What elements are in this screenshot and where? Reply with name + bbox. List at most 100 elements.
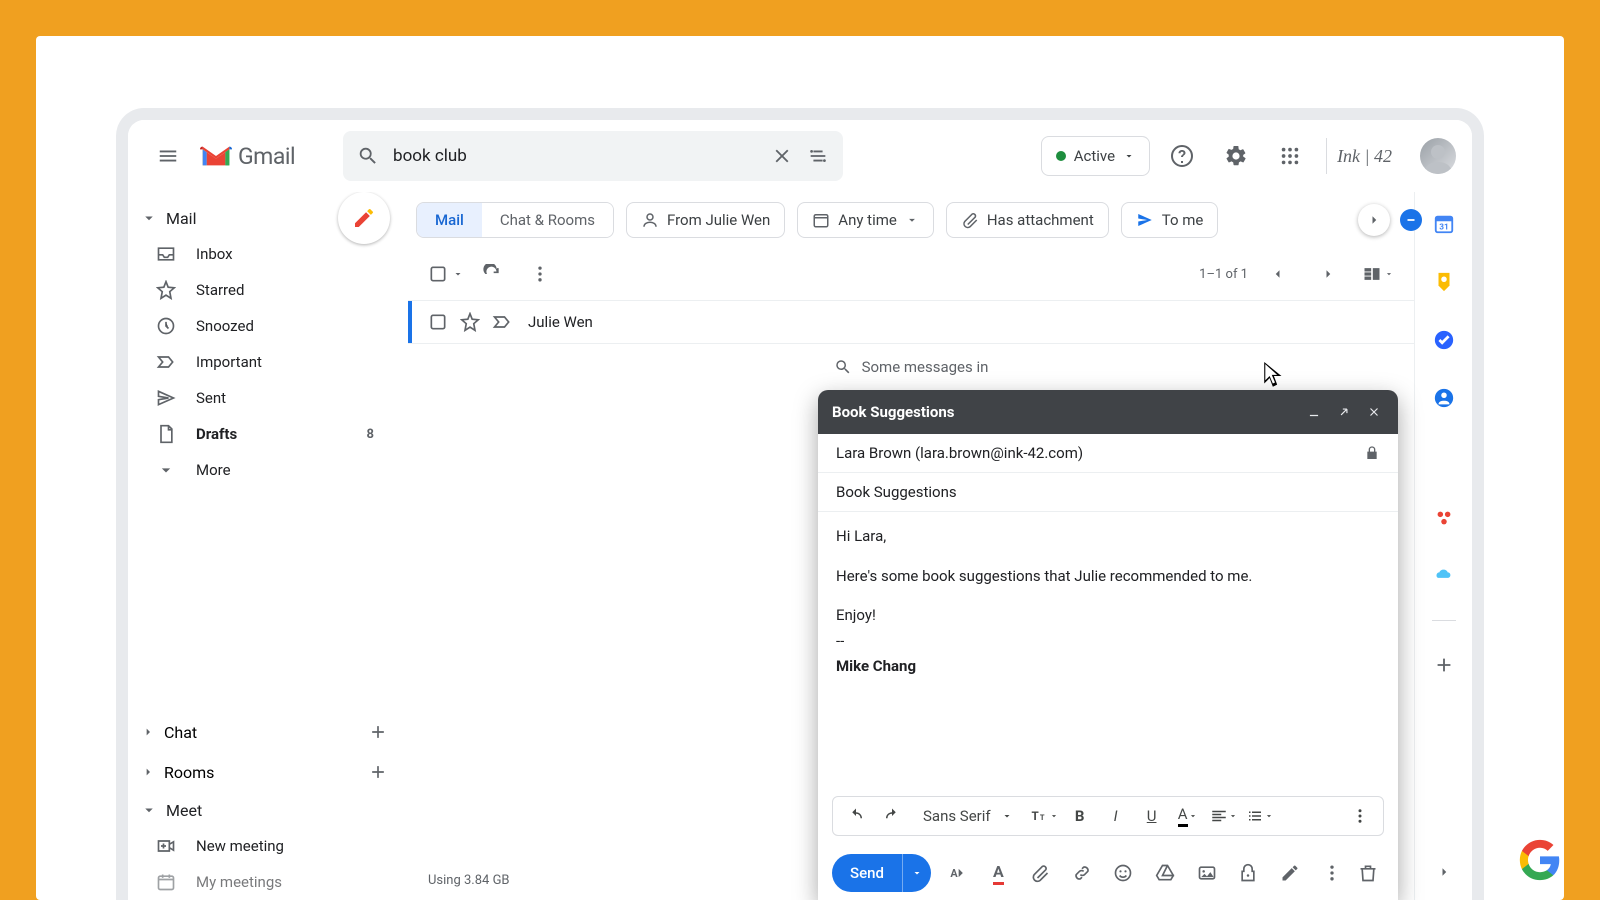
video-plus-icon xyxy=(156,836,176,856)
search-box[interactable] xyxy=(343,131,843,181)
sidebar-item-snoozed[interactable]: Snoozed xyxy=(128,308,396,344)
sidebar-item-my-meetings[interactable]: My meetings xyxy=(128,864,396,900)
chips-scroll-next[interactable] xyxy=(1358,204,1390,236)
tasks-addon[interactable] xyxy=(1426,322,1462,358)
compose-titlebar[interactable]: Book Suggestions xyxy=(818,390,1398,434)
close-icon[interactable] xyxy=(1364,402,1384,422)
density-toggle[interactable] xyxy=(1358,254,1398,294)
star-icon[interactable] xyxy=(460,312,480,332)
search-scope-segment: Mail Chat & Rooms xyxy=(416,202,614,238)
select-all[interactable] xyxy=(428,264,464,284)
page-next[interactable] xyxy=(1308,254,1348,294)
formatting-toggle[interactable]: A xyxy=(941,857,973,889)
send-options[interactable] xyxy=(902,854,931,892)
page-range: 1–1 of 1 xyxy=(1199,267,1248,282)
bold-button[interactable]: B xyxy=(1065,801,1095,831)
filter-from[interactable]: From Julie Wen xyxy=(626,202,785,238)
sidebar-item-drafts[interactable]: Drafts 8 xyxy=(128,416,396,452)
filter-time[interactable]: Any time xyxy=(797,202,934,238)
add-room-icon[interactable] xyxy=(368,762,388,782)
compose-footer: Send A A xyxy=(818,846,1398,900)
insert-emoji[interactable] xyxy=(1108,857,1140,889)
contacts-addon[interactable] xyxy=(1426,380,1462,416)
text-color-button[interactable]: A xyxy=(1173,801,1203,831)
chat-section[interactable]: Chat xyxy=(128,712,408,752)
align-button[interactable] xyxy=(1209,801,1239,831)
addon-2[interactable] xyxy=(1426,558,1462,594)
important-icon[interactable] xyxy=(492,312,512,332)
clear-filters[interactable] xyxy=(1400,209,1422,231)
sidebar-item-starred[interactable]: Starred xyxy=(128,272,396,308)
search-hint: Some messages in xyxy=(408,344,1414,390)
more-formatting-button[interactable] xyxy=(1345,801,1375,831)
redo-button[interactable] xyxy=(877,801,907,831)
insert-drive[interactable] xyxy=(1149,857,1181,889)
popout-icon[interactable] xyxy=(1334,402,1354,422)
meet-section[interactable]: Meet xyxy=(128,792,408,828)
add-chat-icon[interactable] xyxy=(368,722,388,742)
product-name: Gmail xyxy=(238,143,295,170)
search-icon[interactable] xyxy=(357,145,379,167)
chevron-down-icon xyxy=(1123,150,1135,162)
filter-to-me[interactable]: To me xyxy=(1121,202,1219,238)
status-chip[interactable]: Active xyxy=(1041,136,1150,176)
keep-addon[interactable] xyxy=(1426,264,1462,300)
compose-subject-field[interactable]: Book Suggestions xyxy=(818,473,1398,512)
scope-chat[interactable]: Chat & Rooms xyxy=(482,203,613,237)
undo-button[interactable] xyxy=(841,801,871,831)
page-prev[interactable] xyxy=(1258,254,1298,294)
help-icon[interactable] xyxy=(1160,134,1204,178)
font-size-button[interactable]: TT xyxy=(1029,801,1059,831)
italic-button[interactable]: I xyxy=(1101,801,1131,831)
compose-to-field[interactable]: Lara Brown (lara.brown@ink-42.com) xyxy=(818,434,1398,473)
minimize-icon[interactable] xyxy=(1304,402,1324,422)
menu-icon[interactable] xyxy=(144,132,192,180)
list-button[interactable] xyxy=(1245,801,1275,831)
send-button[interactable]: Send xyxy=(832,854,931,892)
attach-file[interactable] xyxy=(1024,857,1056,889)
send-icon xyxy=(1136,211,1154,229)
collapse-panel[interactable] xyxy=(1426,854,1462,890)
refresh-button[interactable] xyxy=(472,254,512,294)
underline-button[interactable]: U xyxy=(1137,801,1167,831)
text-color-footer[interactable]: A xyxy=(983,857,1015,889)
checkbox-icon[interactable] xyxy=(428,312,448,332)
search-options-icon[interactable] xyxy=(807,145,829,167)
important-icon xyxy=(156,352,176,372)
compose-title: Book Suggestions xyxy=(832,403,954,421)
status-dot-icon xyxy=(1056,151,1066,161)
compose-button[interactable] xyxy=(338,192,390,244)
font-selector[interactable]: Sans Serif xyxy=(913,807,1023,825)
formatting-toolbar: Sans Serif TT B I U A xyxy=(832,796,1384,836)
insert-photo[interactable] xyxy=(1191,857,1223,889)
apps-icon[interactable] xyxy=(1268,134,1312,178)
calendar-addon[interactable]: 31 xyxy=(1426,206,1462,242)
chevron-down-icon xyxy=(905,213,919,227)
confidential-mode[interactable] xyxy=(1233,857,1265,889)
sidebar-item-sent[interactable]: Sent xyxy=(128,380,396,416)
compose-body[interactable]: Hi Lara, Here's some book suggestions th… xyxy=(818,512,1398,796)
gmail-icon xyxy=(200,144,232,168)
chevron-right-icon xyxy=(140,724,156,740)
filter-attachment[interactable]: Has attachment xyxy=(946,202,1109,238)
clear-search-icon[interactable] xyxy=(771,145,793,167)
insert-signature[interactable] xyxy=(1274,857,1306,889)
addon-1[interactable] xyxy=(1426,500,1462,536)
chevron-down-icon xyxy=(140,801,158,819)
search-input[interactable] xyxy=(393,146,757,166)
insert-link[interactable] xyxy=(1066,857,1098,889)
scope-mail[interactable]: Mail xyxy=(417,203,482,237)
sidebar-item-more[interactable]: More xyxy=(128,452,396,488)
more-actions-button[interactable] xyxy=(520,254,560,294)
account-avatar[interactable] xyxy=(1420,138,1456,174)
discard-draft[interactable] xyxy=(1352,857,1384,889)
attachment-icon xyxy=(961,211,979,229)
sidebar-item-important[interactable]: Important xyxy=(128,344,396,380)
settings-icon[interactable] xyxy=(1214,134,1258,178)
sidebar-item-new-meeting[interactable]: New meeting xyxy=(128,828,396,864)
more-options[interactable] xyxy=(1316,857,1348,889)
add-addon[interactable] xyxy=(1426,647,1462,683)
rooms-section[interactable]: Rooms xyxy=(128,752,408,792)
more-vert-icon xyxy=(530,264,550,284)
email-row[interactable]: Julie Wen xyxy=(408,300,1414,344)
